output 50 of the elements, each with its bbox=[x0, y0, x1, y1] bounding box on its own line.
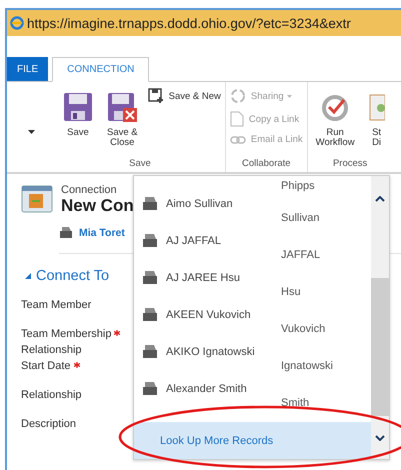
floppy-disk-close-icon bbox=[107, 92, 138, 122]
lookup-result[interactable]: AKIKO Ignatowski Ignatowski bbox=[134, 340, 371, 377]
user-card-icon bbox=[142, 307, 158, 322]
ribbon-tab[interactable]: CONNECTION bbox=[52, 57, 150, 82]
document-icon bbox=[230, 111, 244, 127]
scroll-down-icon bbox=[375, 435, 385, 441]
entity-label: Connection bbox=[61, 184, 118, 196]
record-icon bbox=[21, 184, 53, 214]
look-up-more-link[interactable]: Look Up More Records bbox=[134, 422, 371, 459]
group-label: Save bbox=[128, 158, 152, 171]
group-label: Collaborate bbox=[241, 158, 292, 171]
link-icon bbox=[230, 134, 246, 144]
circular-check-icon bbox=[320, 92, 350, 122]
ribbon-button[interactable]: Save bbox=[59, 86, 97, 158]
field-label: Start Date bbox=[21, 358, 71, 374]
user-card-icon bbox=[142, 381, 158, 396]
ribbon-button[interactable]: Run Workflow bbox=[312, 86, 359, 158]
field-label: Description bbox=[21, 416, 76, 432]
scroll-up-icon bbox=[375, 196, 385, 202]
browser-icon bbox=[10, 16, 24, 30]
scrollbar[interactable] bbox=[371, 176, 389, 459]
user-card-icon bbox=[142, 344, 158, 359]
record-title: New Con bbox=[61, 196, 134, 216]
user-card-icon bbox=[142, 196, 158, 211]
field-label: Team Membership Relationship bbox=[21, 327, 112, 358]
field-label: Relationship bbox=[21, 388, 82, 403]
user-card-icon bbox=[59, 226, 73, 239]
lookup-result[interactable]: AJ JAFFAL JAFFAL bbox=[134, 229, 371, 266]
lookup-result[interactable]: AJ JAREE Hsu Hsu bbox=[134, 266, 371, 303]
user-card-icon bbox=[142, 270, 158, 285]
scrollbar-thumb[interactable] bbox=[371, 278, 389, 416]
save-new-icon bbox=[148, 88, 164, 104]
address-bar[interactable]: https://imagine.trnapps.dodd.ohio.gov/?etc=3234&extr bbox=[7, 10, 401, 36]
collapse-triangle-icon bbox=[25, 273, 31, 279]
url-text: https://imagine.trnapps.dodd.ohio.gov/?etc=3234&extr bbox=[27, 16, 351, 30]
file-tab[interactable]: FILE bbox=[7, 57, 48, 81]
sharing-icon bbox=[230, 88, 246, 104]
ribbon-button[interactable]: St Di bbox=[364, 86, 389, 158]
record-secondary-text: Phipps bbox=[281, 180, 316, 192]
lookup-result[interactable]: AKEEN Vukovich Vukovich bbox=[134, 303, 371, 340]
section-title[interactable]: Connect To bbox=[36, 268, 110, 284]
group-label: Process bbox=[332, 158, 368, 171]
ribbon-button[interactable]: Save & Close bbox=[103, 86, 142, 158]
owner-link[interactable]: Mia Toret bbox=[79, 226, 125, 238]
user-card-icon bbox=[142, 233, 158, 248]
ribbon-button[interactable]: Save & New bbox=[148, 88, 221, 104]
lookup-result[interactable]: Alexander Smith Smith bbox=[134, 377, 371, 414]
lookup-result[interactable]: Aimo Sullivan Sullivan bbox=[134, 192, 371, 229]
dropdown-arrow-icon bbox=[28, 130, 34, 134]
field-label: Team Member bbox=[21, 298, 92, 313]
